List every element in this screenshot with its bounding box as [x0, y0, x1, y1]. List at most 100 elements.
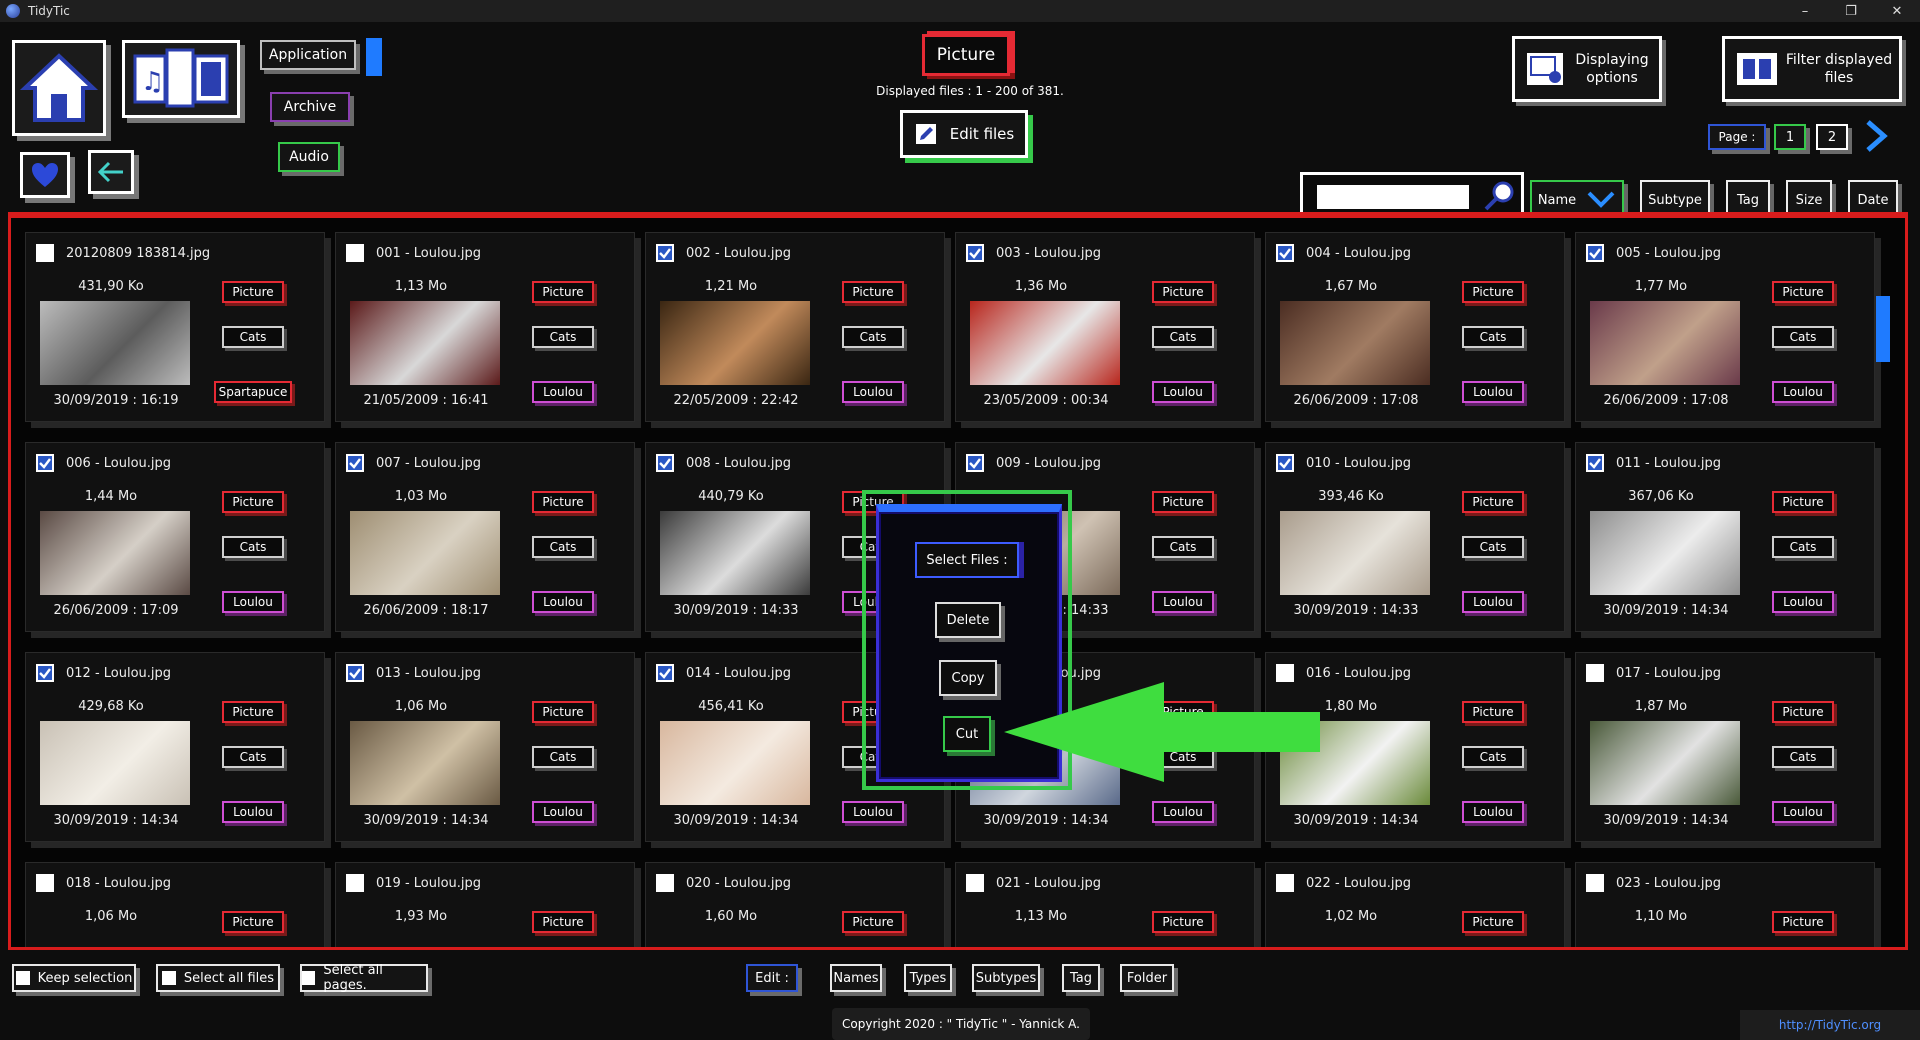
file-tag[interactable]: Loulou — [1462, 591, 1524, 613]
file-subtype-tag[interactable]: Cats — [1772, 326, 1834, 348]
file-select-checkbox[interactable] — [346, 244, 364, 262]
file-thumbnail[interactable] — [350, 721, 500, 805]
copy-button[interactable]: Copy — [939, 660, 997, 696]
file-type-tag[interactable]: Picture — [222, 701, 284, 723]
file-thumbnail[interactable] — [40, 301, 190, 385]
file-card[interactable]: 013 - Loulou.jpg 1,06 Mo 30/09/2019 : 14:3… — [335, 652, 635, 842]
file-subtype-tag[interactable]: Cats — [222, 536, 284, 558]
file-tag[interactable]: Loulou — [1462, 381, 1524, 403]
select-all-files-button[interactable]: Select all files — [156, 964, 280, 992]
file-type-tag[interactable]: Picture — [1772, 911, 1834, 933]
file-subtype-tag[interactable]: Cats — [842, 326, 904, 348]
file-card[interactable]: 20120809 183814.jpg 431,90 Ko 30/09/2019 :… — [25, 232, 325, 422]
file-select-checkbox[interactable] — [656, 244, 674, 262]
file-subtype-tag[interactable]: Cats — [1772, 746, 1834, 768]
file-thumbnail[interactable] — [660, 721, 810, 805]
file-card[interactable]: 011 - Loulou.jpg 367,06 Ko 30/09/2019 : 14… — [1575, 442, 1875, 632]
nav-application-button[interactable]: Application — [260, 40, 356, 70]
file-card[interactable]: 005 - Loulou.jpg 1,77 Mo 26/06/2009 : 17:0… — [1575, 232, 1875, 422]
file-subtype-tag[interactable]: Cats — [1772, 536, 1834, 558]
file-card[interactable]: 019 - Loulou.jpg 1,93 Mo Picture — [335, 862, 635, 947]
file-type-tag[interactable]: Picture — [1772, 281, 1834, 303]
file-select-checkbox[interactable] — [346, 664, 364, 682]
file-thumbnail[interactable] — [1590, 301, 1740, 385]
keep-selection-button[interactable]: Keep selection — [12, 964, 136, 992]
file-type-tag[interactable]: Picture — [1152, 281, 1214, 303]
file-card[interactable]: 003 - Loulou.jpg 1,36 Mo 23/05/2009 : 00:3… — [955, 232, 1255, 422]
file-thumbnail[interactable] — [970, 301, 1120, 385]
edit-names-button[interactable]: Names — [830, 964, 882, 992]
file-type-tag[interactable]: Picture — [842, 911, 904, 933]
home-button[interactable] — [12, 40, 106, 136]
file-thumbnail[interactable] — [350, 511, 500, 595]
nav-archive-button[interactable]: Archive — [270, 92, 350, 122]
delete-button[interactable]: Delete — [935, 602, 1001, 638]
file-type-tag[interactable]: Picture — [1152, 491, 1214, 513]
displaying-options-button[interactable]: Displaying options — [1512, 36, 1662, 102]
file-subtype-tag[interactable]: Cats — [1462, 326, 1524, 348]
file-select-checkbox[interactable] — [656, 454, 674, 472]
file-thumbnail[interactable] — [1280, 511, 1430, 595]
file-thumbnail[interactable] — [40, 721, 190, 805]
file-type-tag[interactable]: Picture — [1772, 491, 1834, 513]
website-link[interactable]: http://TidyTic.org — [1740, 1010, 1920, 1040]
file-thumbnail[interactable] — [40, 511, 190, 595]
edit-subtypes-button[interactable]: Subtypes — [972, 964, 1040, 992]
file-tag[interactable]: Loulou — [1462, 801, 1524, 823]
file-select-checkbox[interactable] — [966, 244, 984, 262]
file-card[interactable]: 023 - Loulou.jpg 1,10 Mo Picture — [1575, 862, 1875, 947]
file-select-checkbox[interactable] — [656, 664, 674, 682]
file-subtype-tag[interactable]: Cats — [1152, 536, 1214, 558]
file-select-checkbox[interactable] — [1586, 244, 1604, 262]
file-select-checkbox[interactable] — [1276, 874, 1294, 892]
file-card[interactable]: 012 - Loulou.jpg 429,68 Ko 30/09/2019 : 14… — [25, 652, 325, 842]
next-page-button[interactable] — [1862, 118, 1890, 154]
file-subtype-tag[interactable]: Cats — [1462, 536, 1524, 558]
media-types-button[interactable]: ♫ — [122, 40, 240, 118]
favorites-button[interactable] — [20, 152, 70, 198]
file-select-checkbox[interactable] — [1586, 454, 1604, 472]
file-card[interactable]: 002 - Loulou.jpg 1,21 Mo 22/05/2009 : 22:4… — [645, 232, 945, 422]
file-type-tag[interactable]: Picture — [1462, 701, 1524, 723]
file-type-tag[interactable]: Picture — [842, 281, 904, 303]
file-card[interactable]: 017 - Loulou.jpg 1,87 Mo 30/09/2019 : 14:3… — [1575, 652, 1875, 842]
file-thumbnail[interactable] — [350, 301, 500, 385]
file-select-checkbox[interactable] — [346, 454, 364, 472]
file-tag[interactable]: Loulou — [532, 801, 594, 823]
file-type-tag[interactable]: Picture — [532, 491, 594, 513]
back-button[interactable] — [88, 150, 134, 194]
file-card[interactable]: 018 - Loulou.jpg 1,06 Mo Picture — [25, 862, 325, 947]
edit-types-button[interactable]: Types — [904, 964, 952, 992]
file-type-tag[interactable]: Picture — [222, 281, 284, 303]
file-select-checkbox[interactable] — [346, 874, 364, 892]
file-subtype-tag[interactable]: Cats — [1152, 326, 1214, 348]
file-select-checkbox[interactable] — [966, 874, 984, 892]
file-subtype-tag[interactable]: Cats — [222, 326, 284, 348]
file-type-tag[interactable]: Picture — [1462, 491, 1524, 513]
edit-folder-button[interactable]: Folder — [1120, 964, 1174, 992]
category-picture-button[interactable]: Picture — [922, 34, 1010, 76]
minimize-button[interactable]: – — [1782, 0, 1828, 22]
cut-button[interactable]: Cut — [943, 716, 991, 752]
file-tag[interactable]: Loulou — [222, 591, 284, 613]
file-select-checkbox[interactable] — [1586, 874, 1604, 892]
file-select-checkbox[interactable] — [36, 874, 54, 892]
file-tag[interactable]: Loulou — [222, 801, 284, 823]
file-tag[interactable]: Spartapuce — [214, 381, 292, 403]
file-select-checkbox[interactable] — [1276, 664, 1294, 682]
file-card[interactable]: 006 - Loulou.jpg 1,44 Mo 26/06/2009 : 17:0… — [25, 442, 325, 632]
file-type-tag[interactable]: Picture — [1462, 281, 1524, 303]
filter-files-button[interactable]: Filter displayed files — [1722, 36, 1902, 102]
file-type-tag[interactable]: Picture — [532, 701, 594, 723]
file-thumbnail[interactable] — [1590, 721, 1740, 805]
file-tag[interactable]: Loulou — [532, 591, 594, 613]
file-card[interactable]: 010 - Loulou.jpg 393,46 Ko 30/09/2019 : 14… — [1265, 442, 1565, 632]
edit-files-button[interactable]: Edit files — [900, 110, 1028, 158]
file-subtype-tag[interactable]: Cats — [1462, 746, 1524, 768]
file-card[interactable]: 021 - Loulou.jpg 1,13 Mo Picture — [955, 862, 1255, 947]
file-tag[interactable]: Loulou — [1772, 381, 1834, 403]
close-button[interactable]: ✕ — [1874, 0, 1920, 22]
file-card[interactable]: 020 - Loulou.jpg 1,60 Mo Picture — [645, 862, 945, 947]
file-select-checkbox[interactable] — [36, 454, 54, 472]
file-tag[interactable]: Loulou — [1152, 591, 1214, 613]
